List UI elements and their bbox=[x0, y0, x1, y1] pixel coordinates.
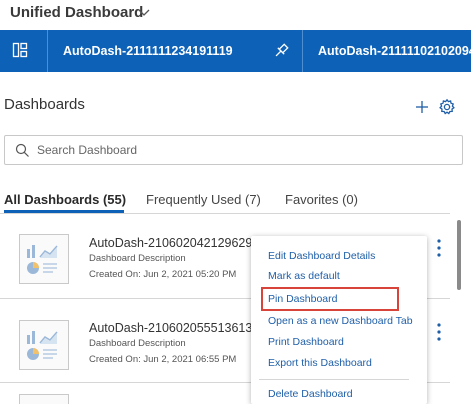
scrollbar-thumb[interactable] bbox=[457, 220, 461, 290]
panel-title: Dashboards bbox=[4, 96, 85, 113]
more-options-icon[interactable] bbox=[432, 322, 446, 342]
chart-thumbnail-icon bbox=[27, 331, 58, 360]
search-box bbox=[4, 135, 463, 165]
more-options-icon[interactable] bbox=[432, 238, 446, 258]
chart-thumbnail-icon bbox=[27, 245, 58, 274]
dashboard-description: Dashboard Description bbox=[89, 253, 186, 264]
chevron-down-icon[interactable] bbox=[137, 6, 151, 20]
menu-item-edit-details[interactable]: Edit Dashboard Details bbox=[268, 250, 375, 262]
tab-separator bbox=[302, 30, 303, 72]
menu-separator bbox=[259, 379, 409, 380]
gear-icon[interactable] bbox=[438, 98, 456, 116]
dashboard-name[interactable]: AutoDash-210602042129629 bbox=[89, 236, 252, 250]
dashboard-tab-bar: AutoDash-2111111234191119 AutoDash-21111… bbox=[0, 30, 471, 72]
app-title[interactable]: Unified Dashboard bbox=[10, 4, 143, 21]
dashboard-name[interactable]: AutoDash-210602055513613 bbox=[89, 321, 252, 335]
dashboard-created-date: Created On: Jun 2, 2021 06:55 PM bbox=[89, 354, 237, 365]
search-icon bbox=[15, 143, 29, 157]
menu-item-open-new-tab[interactable]: Open as a new Dashboard Tab bbox=[268, 315, 413, 327]
menu-item-mark-default[interactable]: Mark as default bbox=[268, 270, 340, 282]
tab-all-dashboards[interactable]: All Dashboards (55) bbox=[4, 192, 126, 207]
dashboard-context-menu: Edit Dashboard Details Mark as default P… bbox=[251, 236, 427, 404]
tab-frequently-used[interactable]: Frequently Used (7) bbox=[146, 192, 261, 207]
dashboard-thumbnail bbox=[19, 234, 69, 284]
dashboard-created-date: Created On: Jun 2, 2021 05:20 PM bbox=[89, 269, 237, 280]
menu-item-delete[interactable]: Delete Dashboard bbox=[268, 388, 353, 400]
pin-icon[interactable] bbox=[272, 42, 290, 60]
dashboard-tab-active[interactable]: AutoDash-2111111234191119 bbox=[63, 30, 233, 72]
dashboard-description: Dashboard Description bbox=[89, 338, 186, 349]
menu-item-pin-dashboard[interactable]: Pin Dashboard bbox=[268, 293, 337, 305]
dashboard-list-button[interactable] bbox=[0, 30, 48, 72]
plus-icon[interactable] bbox=[414, 99, 430, 115]
tabs-divider bbox=[0, 213, 450, 214]
dashboard-thumbnail bbox=[19, 394, 69, 404]
tab-favorites[interactable]: Favorites (0) bbox=[285, 192, 358, 207]
dashboard-thumbnail bbox=[19, 320, 69, 370]
menu-item-print[interactable]: Print Dashboard bbox=[268, 336, 344, 348]
app-header: Unified Dashboard bbox=[0, 0, 471, 30]
dashboard-grid-icon bbox=[12, 42, 28, 58]
search-input[interactable] bbox=[37, 140, 447, 160]
menu-item-export[interactable]: Export this Dashboard bbox=[268, 357, 372, 369]
dashboard-tab[interactable]: AutoDash-21111102102094 bbox=[318, 30, 471, 72]
